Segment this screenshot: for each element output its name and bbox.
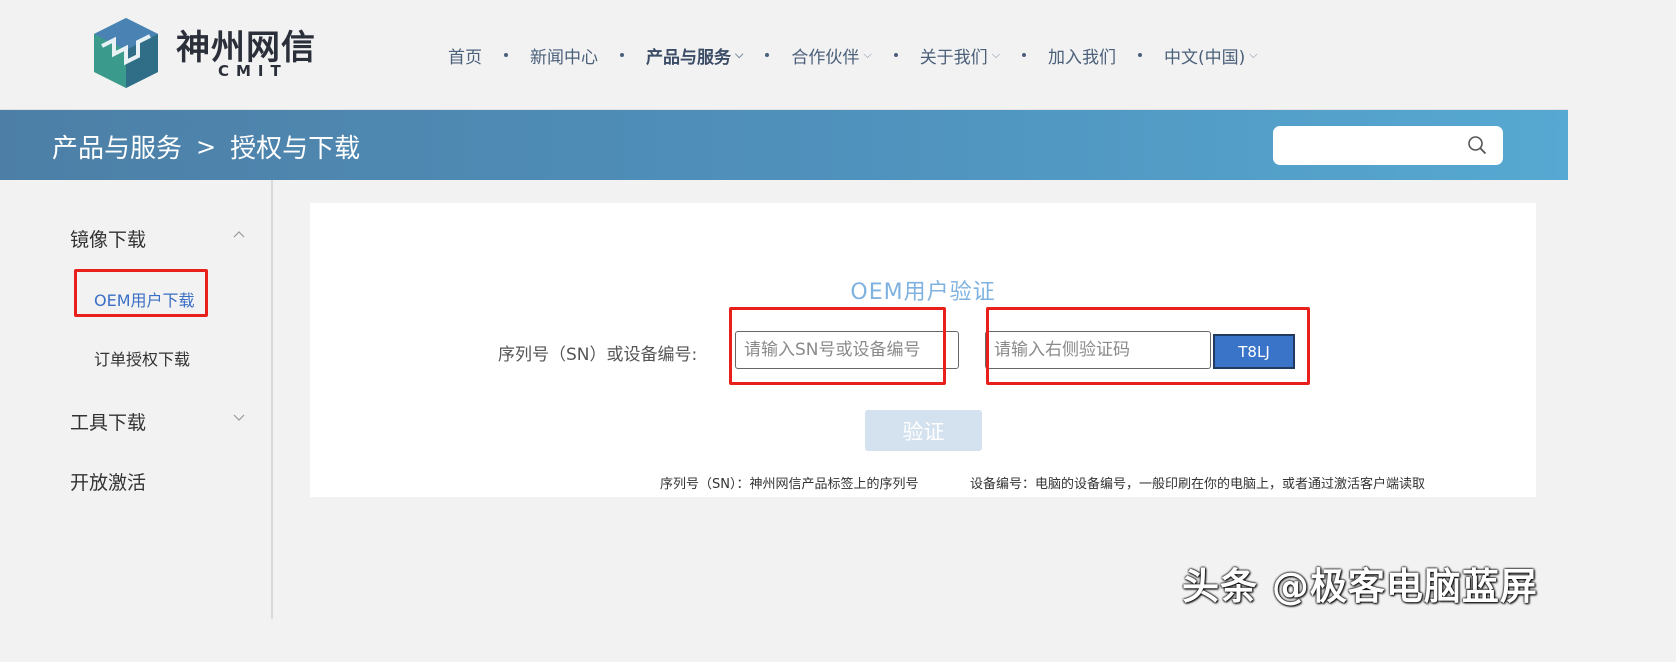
- search-icon[interactable]: [1467, 135, 1487, 155]
- help-text-device: 设备编号：电脑的设备编号，一般印刷在你的电脑上，或者通过激活客户端读取: [970, 477, 1426, 492]
- sidebar-group-image-download[interactable]: 镜像下载: [70, 225, 146, 252]
- nav-separator: [765, 53, 770, 57]
- sidebar-group-tool-download[interactable]: 工具下载: [70, 408, 146, 435]
- page-banner: 产品与服务 > 授权与下载: [0, 110, 1568, 180]
- verify-button[interactable]: 验证: [865, 410, 982, 451]
- chevron-down-icon: ⌵: [1249, 48, 1258, 61]
- nav-join-label: 加入我们: [1048, 47, 1117, 68]
- search-input[interactable]: [1273, 126, 1503, 165]
- sidebar-item-oem-download[interactable]: OEM用户下载: [94, 287, 195, 311]
- breadcrumb: 产品与服务 > 授权与下载: [52, 128, 360, 165]
- sidebar-item-order-license-download[interactable]: 订单授权下载: [94, 346, 190, 370]
- chevron-up-icon[interactable]: [233, 229, 245, 241]
- chevron-down-icon: ⌵: [863, 48, 872, 61]
- nav-products[interactable]: 产品与服务 ⌵: [646, 43, 743, 68]
- chevron-down-icon[interactable]: [233, 411, 245, 423]
- nav-partners-label: 合作伙伴: [791, 47, 860, 68]
- nav-language[interactable]: 中文(中国) ⌵: [1164, 43, 1258, 68]
- nav-about[interactable]: 关于我们 ⌵: [920, 43, 1000, 68]
- nav-home[interactable]: 首页: [448, 43, 482, 68]
- nav-partners[interactable]: 合作伙伴 ⌵: [791, 43, 871, 68]
- nav-language-label: 中文(中国): [1164, 47, 1246, 68]
- breadcrumb-current: 授权与下载: [230, 134, 361, 164]
- chevron-down-icon: ⌵: [991, 48, 1001, 61]
- panel-title: OEM用户验证: [850, 280, 996, 305]
- nav-home-label: 首页: [448, 47, 482, 68]
- site-header: 神州网信 CMIT 首页 新闻中心 产品与服务 ⌵ 合作伙伴 ⌵ 关于我们 ⌵ 加入我…: [0, 0, 1568, 110]
- nav-separator: [893, 53, 898, 57]
- nav-join[interactable]: 加入我们: [1048, 43, 1116, 68]
- nav-separator: [620, 53, 624, 57]
- nav-about-label: 关于我们: [919, 47, 988, 68]
- main-nav: 首页 新闻中心 产品与服务 ⌵ 合作伙伴 ⌵ 关于我们 ⌵ 加入我们 中文(中国) ⌵: [448, 42, 1258, 68]
- sidebar-group-open-activation[interactable]: 开放激活: [70, 468, 146, 495]
- nav-separator: [1138, 53, 1143, 57]
- nav-news-label: 新闻中心: [530, 47, 598, 68]
- highlight-box: [986, 307, 1310, 385]
- help-text-sn: 序列号（SN）：神州网信产品标签上的序列号: [660, 477, 919, 492]
- sn-field-label: 序列号（SN）或设备编号:: [498, 345, 698, 365]
- nav-products-label: 产品与服务: [646, 47, 731, 68]
- nav-news[interactable]: 新闻中心: [530, 43, 598, 68]
- nav-separator: [1022, 53, 1027, 57]
- verify-panel: OEM用户验证 序列号（SN）或设备编号: T8LJ 验证 序列号（SN）：神州…: [310, 203, 1536, 497]
- sidebar: 镜像下载 OEM用户下载 订单授权下载 工具下载 开放激活: [0, 180, 273, 619]
- breadcrumb-separator-icon: >: [196, 132, 217, 161]
- logo-subtitle: CMIT: [218, 62, 288, 80]
- chevron-down-icon: ⌵: [735, 48, 744, 61]
- watermark-text: 头条 @极客电脑蓝屏: [1182, 565, 1538, 608]
- breadcrumb-parent[interactable]: 产品与服务: [52, 128, 182, 165]
- nav-separator: [504, 53, 508, 57]
- highlight-box: [729, 307, 946, 385]
